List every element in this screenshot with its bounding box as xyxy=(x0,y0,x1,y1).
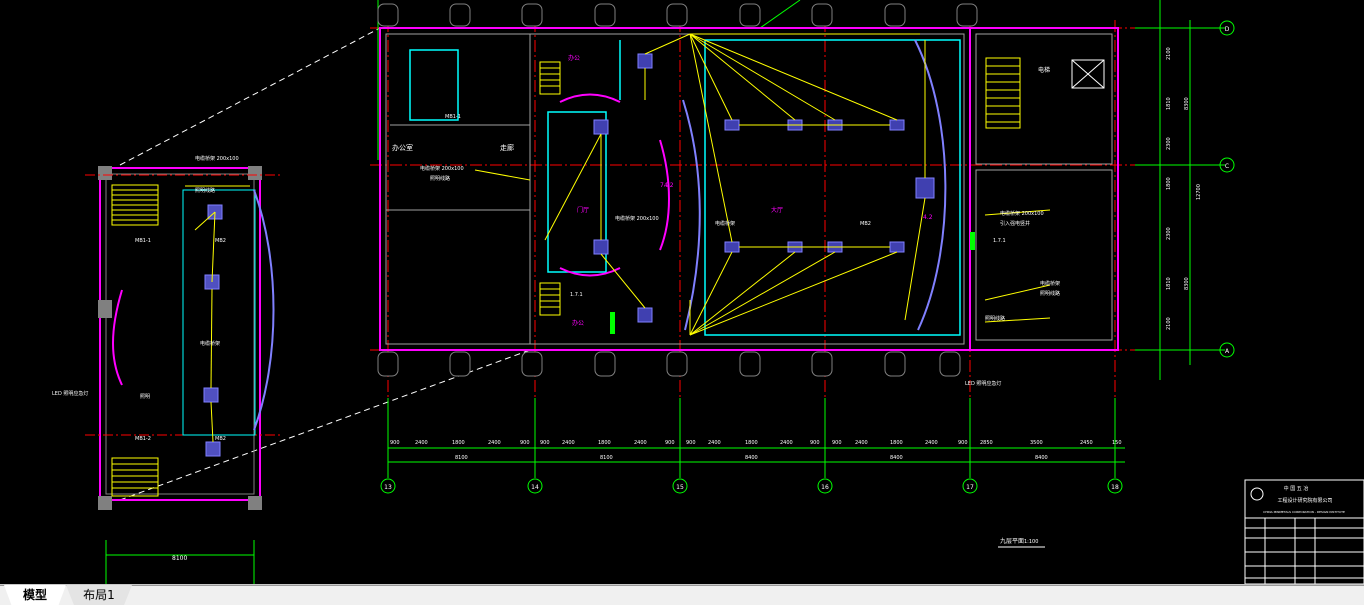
svg-text:MB2: MB2 xyxy=(215,436,226,442)
svg-text:2400: 2400 xyxy=(708,440,721,446)
dim-seg-4: 8400 xyxy=(890,455,903,461)
cad-model-space[interactable]: 电缆桥架 200x100 照明线路 MB1-1 MB2 电缆桥架 LED 照明应… xyxy=(0,0,1364,584)
dim-seg-2: 8100 xyxy=(600,455,613,461)
svg-text:办公: 办公 xyxy=(568,54,580,62)
room-label-d: 走廊 xyxy=(500,143,514,152)
axis-label-14: 14 xyxy=(531,484,539,491)
svg-text:1.7.1: 1.7.1 xyxy=(570,292,583,298)
drawing-title: 九层平面 xyxy=(1000,537,1024,545)
svg-text:2850: 2850 xyxy=(980,440,993,446)
svg-text:1800: 1800 xyxy=(452,440,465,446)
title-block: 中 国 五 冶 工程设计研究院有限公司 CHINA MINMETALS CORP… xyxy=(1244,479,1364,584)
svg-text:电缆桥架 200x100: 电缆桥架 200x100 xyxy=(1000,210,1044,217)
axis-label-17: 17 xyxy=(966,484,974,491)
svg-text:照明线路: 照明线路 xyxy=(195,187,215,194)
axis-label-c: C xyxy=(1225,163,1229,170)
dim-seg-3: 8400 xyxy=(745,455,758,461)
svg-text:8300: 8300 xyxy=(1184,97,1190,110)
svg-text:900: 900 xyxy=(390,440,400,446)
svg-text:4.2: 4.2 xyxy=(923,214,933,221)
dim-total: 8400 xyxy=(1035,455,1048,461)
svg-text:2300: 2300 xyxy=(1166,137,1172,150)
svg-text:900: 900 xyxy=(540,440,550,446)
svg-text:大厅: 大厅 xyxy=(771,206,783,214)
svg-text:8100: 8100 xyxy=(172,555,187,562)
svg-text:900: 900 xyxy=(832,440,842,446)
room-label-b: 办公室 xyxy=(392,143,413,152)
svg-text:1810: 1810 xyxy=(1166,97,1172,110)
title-company-2: 工程设计研究院有限公司 xyxy=(1277,497,1332,504)
svg-text:2400: 2400 xyxy=(780,440,793,446)
svg-text:LED 照明应急灯: LED 照明应急灯 xyxy=(965,380,1001,387)
svg-text:电缆桥架 200x100: 电缆桥架 200x100 xyxy=(420,165,464,172)
axis-label-a: A xyxy=(1225,348,1230,355)
svg-text:8300: 8300 xyxy=(1184,277,1190,290)
svg-text:1810: 1810 xyxy=(1166,277,1172,290)
dim-seg-1: 8100 xyxy=(455,455,468,461)
axis-label-d: D xyxy=(1225,26,1230,33)
svg-text:MB1-2: MB1-2 xyxy=(135,436,151,442)
title-company-1: 中 国 五 冶 xyxy=(1284,485,1309,492)
tab-layout1[interactable]: 布局1 xyxy=(66,585,132,605)
svg-text:电缆桥架: 电缆桥架 xyxy=(715,220,735,227)
svg-text:办公: 办公 xyxy=(572,319,584,327)
svg-text:1800: 1800 xyxy=(598,440,611,446)
svg-text:门厅: 门厅 xyxy=(577,206,589,214)
room-label-c: 电梯 xyxy=(1038,66,1050,74)
svg-text:1.7.1: 1.7.1 xyxy=(993,238,1006,244)
svg-text:2300: 2300 xyxy=(1166,227,1172,240)
svg-text:900: 900 xyxy=(520,440,530,446)
svg-text:2400: 2400 xyxy=(925,440,938,446)
svg-text:照明线路: 照明线路 xyxy=(1040,290,1060,297)
svg-text:3500: 3500 xyxy=(1030,440,1043,446)
svg-text:2400: 2400 xyxy=(634,440,647,446)
svg-text:2400: 2400 xyxy=(562,440,575,446)
main-plan: 电缆桥架 200x100 照明线路 MB1-1 电缆桥架 200x100 电缆桥… xyxy=(370,0,1235,548)
svg-text:电缆桥架: 电缆桥架 xyxy=(1040,280,1060,287)
svg-text:900: 900 xyxy=(958,440,968,446)
svg-text:900: 900 xyxy=(686,440,696,446)
svg-text:电缆桥架 200x100: 电缆桥架 200x100 xyxy=(615,215,659,222)
svg-text:2400: 2400 xyxy=(855,440,868,446)
svg-text:照明线路: 照明线路 xyxy=(985,315,1005,322)
svg-text:1800: 1800 xyxy=(745,440,758,446)
svg-text:2100: 2100 xyxy=(1166,47,1172,60)
svg-text:900: 900 xyxy=(665,440,675,446)
svg-text:MB1-1: MB1-1 xyxy=(135,238,151,244)
svg-text:引入强电竖井: 引入强电竖井 xyxy=(1000,220,1030,227)
svg-text:LED 照明应急灯: LED 照明应急灯 xyxy=(52,390,88,397)
svg-text:MB2: MB2 xyxy=(860,221,871,227)
tab-model[interactable]: 模型 xyxy=(4,585,66,605)
drawing-scale: 1:100 xyxy=(1024,539,1038,545)
room-label-a: 7.1 xyxy=(660,182,670,189)
svg-text:电缆桥架 200x100: 电缆桥架 200x100 xyxy=(195,155,239,162)
svg-text:照明线路: 照明线路 xyxy=(430,175,450,182)
axis-label-16: 16 xyxy=(821,484,829,491)
svg-text:900: 900 xyxy=(810,440,820,446)
svg-text:2450: 2450 xyxy=(1080,440,1093,446)
svg-text:1800: 1800 xyxy=(890,440,903,446)
svg-text:1800: 1800 xyxy=(1166,177,1172,190)
svg-text:150: 150 xyxy=(1112,440,1122,446)
floor-plan-drawing[interactable]: 电缆桥架 200x100 照明线路 MB1-1 MB2 电缆桥架 LED 照明应… xyxy=(0,0,1364,584)
tab-bar-divider xyxy=(0,585,1364,586)
axis-label-15: 15 xyxy=(676,484,684,491)
title-company-3: CHINA MINMETALS CORPORATION - DESIGN INS… xyxy=(1263,510,1345,514)
svg-text:MB2: MB2 xyxy=(215,238,226,244)
svg-text:2400: 2400 xyxy=(415,440,428,446)
svg-text:12700: 12700 xyxy=(1196,184,1202,200)
layout-tab-bar: 模型 布局1 xyxy=(0,584,1364,605)
axis-label-13: 13 xyxy=(384,484,392,491)
svg-text:照明: 照明 xyxy=(140,394,150,400)
svg-text:电缆桥架: 电缆桥架 xyxy=(200,340,220,347)
svg-text:2400: 2400 xyxy=(488,440,501,446)
svg-text:MB1-1: MB1-1 xyxy=(445,114,461,120)
axis-label-18: 18 xyxy=(1111,484,1119,491)
svg-text:2100: 2100 xyxy=(1166,317,1172,330)
